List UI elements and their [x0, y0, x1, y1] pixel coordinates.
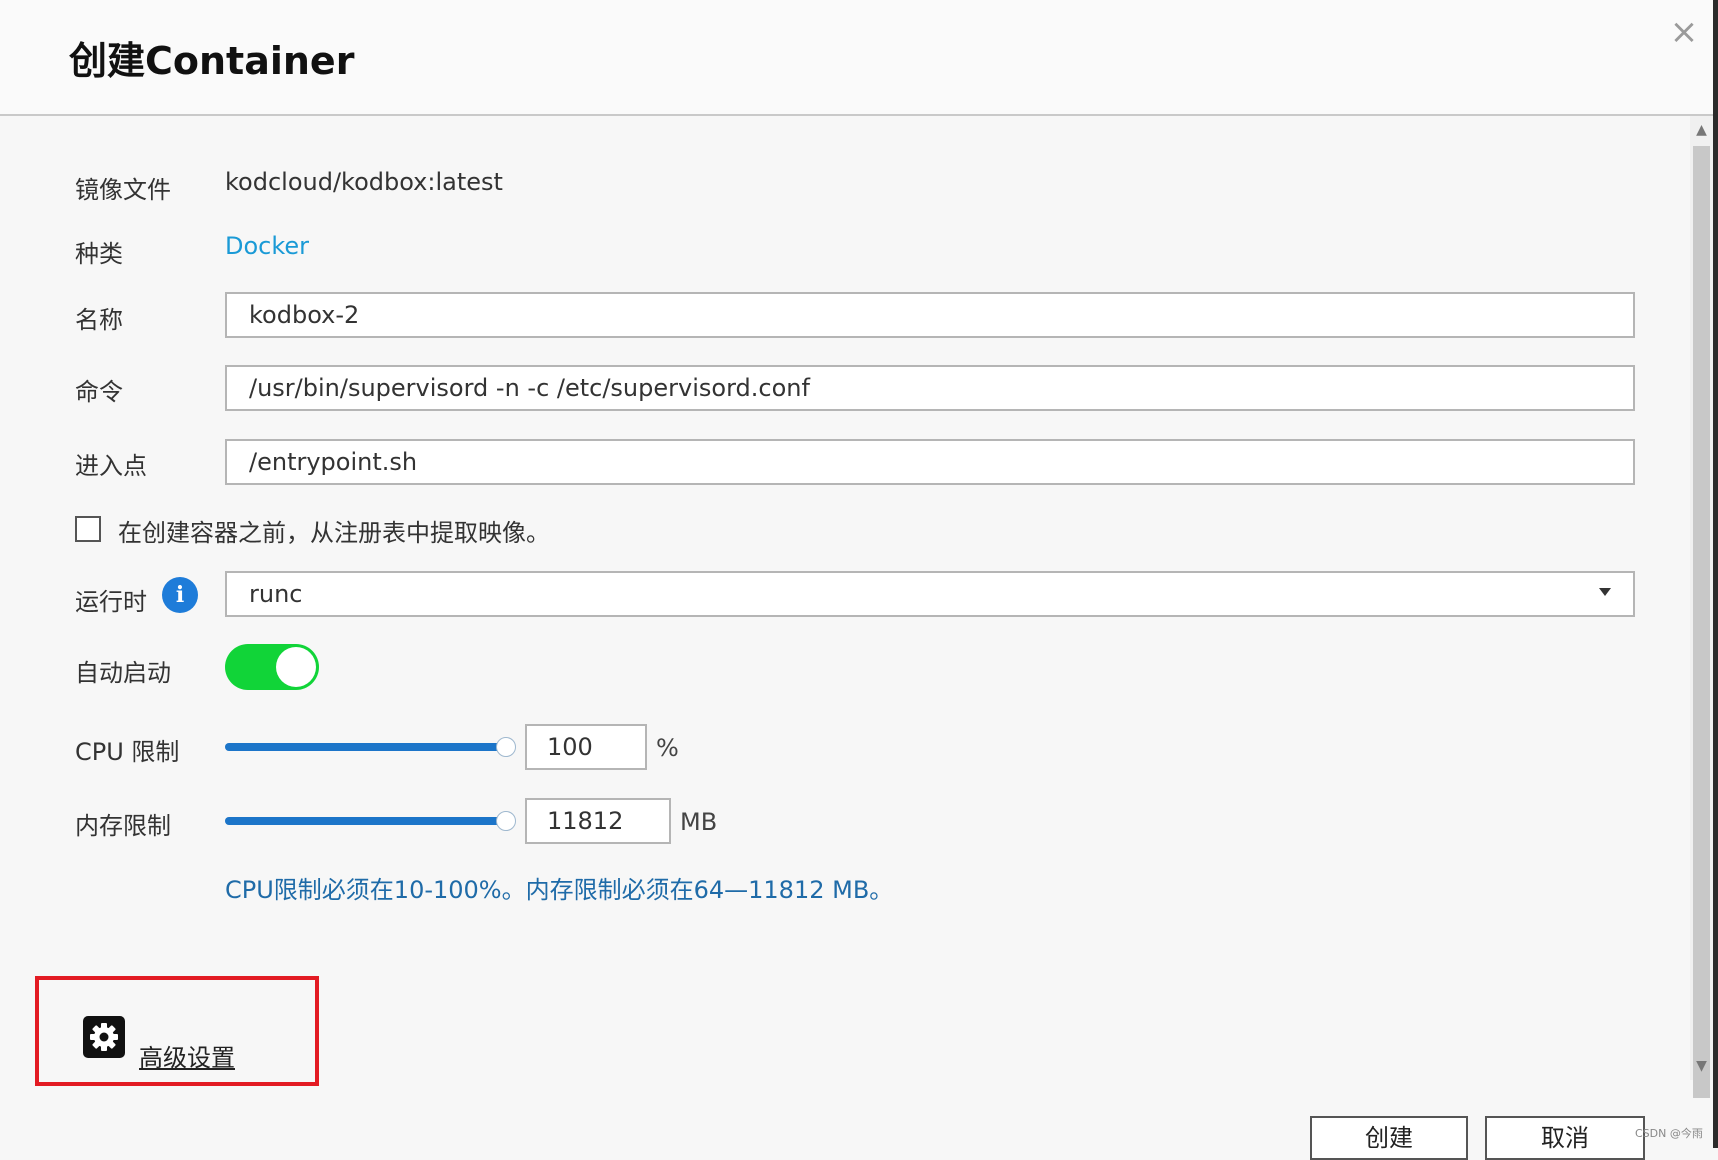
limit-hint-text: CPU限制必须在10-100%。内存限制必须在64—11812 MB。	[225, 876, 894, 904]
runtime-selected-value: runc	[249, 580, 303, 608]
scroll-down-arrow-icon[interactable]: ▼	[1690, 1056, 1713, 1076]
window-edge	[1713, 0, 1718, 1148]
advanced-settings-highlight: 高级设置	[35, 976, 319, 1086]
autostart-toggle[interactable]	[225, 644, 319, 690]
entrypoint-label: 进入点	[75, 452, 147, 480]
watermark: CSDN @今雨	[1635, 1127, 1703, 1140]
slider-handle[interactable]	[496, 737, 516, 757]
scroll-up-arrow-icon[interactable]: ▲	[1690, 120, 1713, 140]
type-link[interactable]: Docker	[225, 232, 309, 260]
create-button[interactable]: 创建	[1310, 1116, 1468, 1160]
memory-limit-slider[interactable]	[225, 811, 516, 831]
entrypoint-input[interactable]: /entrypoint.sh	[225, 439, 1635, 485]
name-label: 名称	[75, 306, 123, 334]
runtime-label: 运行时	[75, 588, 147, 616]
scrollbar[interactable]: ▲ ▼	[1690, 116, 1713, 1098]
cancel-button[interactable]: 取消	[1485, 1116, 1645, 1160]
type-label: 种类	[75, 240, 123, 268]
info-icon[interactable]: i	[162, 577, 198, 613]
autostart-label: 自动启动	[75, 659, 171, 687]
memory-unit: MB	[680, 808, 718, 836]
create-container-dialog: 创建Container × ▲ ▼ 镜像文件 kodcloud/kodbox:l…	[0, 0, 1713, 1160]
slider-fill	[225, 743, 505, 751]
memory-limit-label: 内存限制	[75, 812, 171, 840]
cpu-limit-input[interactable]: 100	[525, 724, 647, 770]
pull-image-checkbox[interactable]	[75, 516, 101, 542]
cpu-limit-slider[interactable]	[225, 737, 516, 757]
image-value: kodcloud/kodbox:latest	[225, 168, 503, 196]
slider-fill	[225, 817, 505, 825]
image-label: 镜像文件	[75, 176, 171, 204]
advanced-settings-link[interactable]: 高级设置	[139, 1038, 235, 1073]
command-input[interactable]: /usr/bin/supervisord -n -c /etc/supervis…	[225, 365, 1635, 411]
pull-image-checkbox-label: 在创建容器之前，从注册表中提取映像。	[118, 519, 550, 547]
dropdown-caret-icon	[1599, 588, 1611, 596]
runtime-select[interactable]: runc	[225, 571, 1635, 617]
command-label: 命令	[75, 378, 123, 406]
toggle-knob	[276, 647, 316, 687]
scroll-thumb[interactable]	[1693, 146, 1710, 1098]
name-input[interactable]: kodbox-2	[225, 292, 1635, 338]
dialog-title: 创建Container	[69, 39, 355, 83]
slider-handle[interactable]	[496, 811, 516, 831]
cpu-limit-label: CPU 限制	[75, 738, 180, 766]
gear-icon[interactable]	[83, 1016, 125, 1058]
close-icon[interactable]: ×	[1664, 12, 1704, 52]
dialog-header: 创建Container ×	[0, 0, 1713, 116]
memory-limit-input[interactable]: 11812	[525, 798, 671, 844]
cpu-unit: %	[656, 734, 679, 762]
